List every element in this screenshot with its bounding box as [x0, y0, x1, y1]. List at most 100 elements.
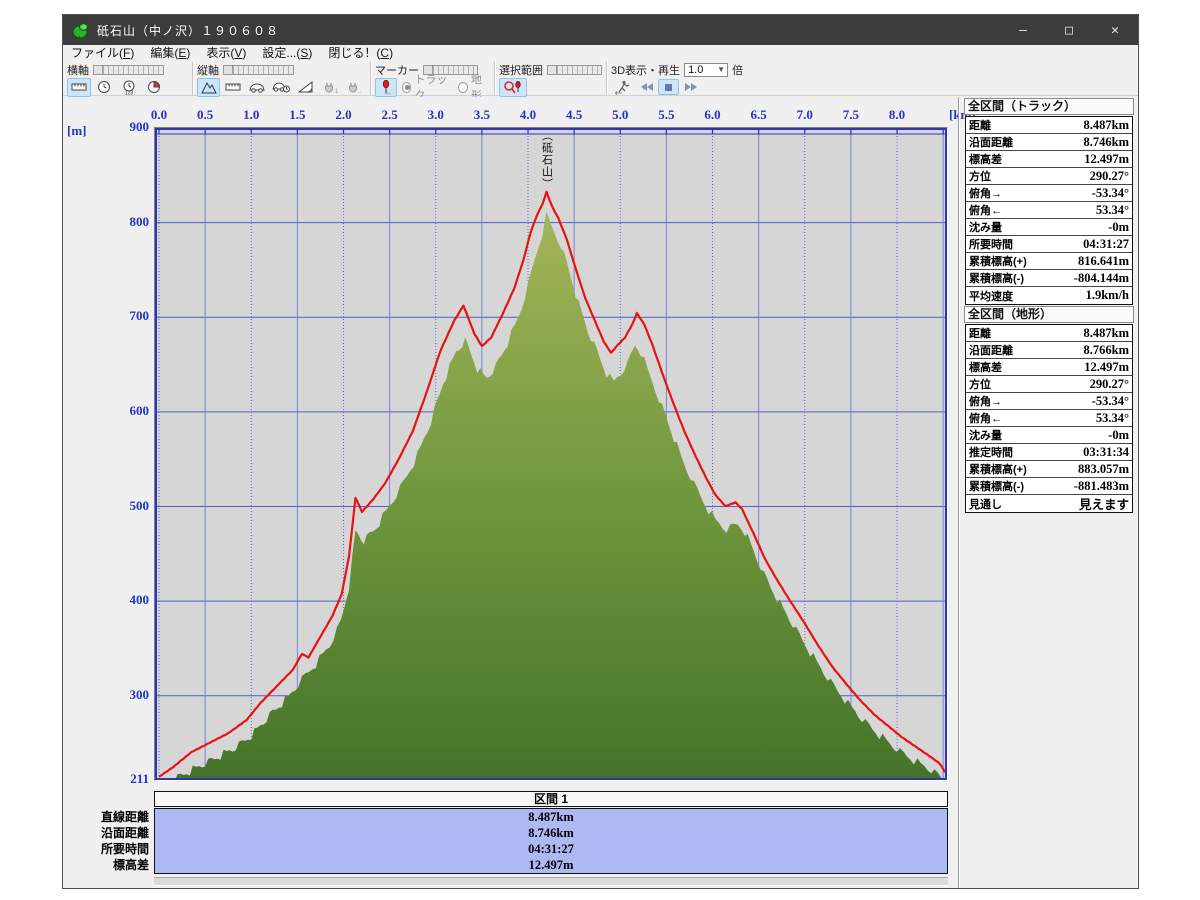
radio-dot: [402, 82, 412, 93]
stat-row: 距離8.487km: [966, 117, 1132, 134]
stop-icon: [664, 83, 673, 92]
stat-row: 方位290.27°: [966, 168, 1132, 185]
y-tick-label: 500: [101, 498, 149, 514]
x-tick-label: 4.0: [520, 107, 536, 123]
haxis-pie-time-button[interactable]: [142, 78, 166, 97]
minimize-button[interactable]: —: [1000, 15, 1046, 45]
stat-row: 沿面距離8.766km: [966, 342, 1132, 359]
y-tick-label: 400: [101, 592, 149, 608]
y-tick-label: 900: [101, 119, 149, 135]
x-tick-label: 0.5: [197, 107, 213, 123]
vaxis-slope-button[interactable]: [294, 78, 317, 97]
section-value: 8.746km: [155, 825, 947, 841]
stat-label: 方位: [969, 376, 991, 392]
stat-row: 俯角→-53.34°: [966, 185, 1132, 202]
range-pins-icon: [503, 80, 523, 95]
stat-label: 距離: [969, 117, 991, 133]
track-stats-table: 距離8.487km沿面距離8.746km標高差12.497m方位290.27°俯…: [965, 116, 1133, 305]
svg-text:..: ..: [358, 89, 362, 94]
stat-value: 12.497m: [1084, 152, 1129, 167]
x-tick-label: 2.5: [382, 107, 398, 123]
vaxis-speed-button[interactable]: [246, 78, 269, 97]
section-value: 12.497m: [155, 857, 947, 873]
x-tick-label: 6.5: [751, 107, 767, 123]
stat-label: 標高差: [969, 151, 1002, 167]
ruler-icon: [71, 81, 87, 93]
stat-row: 方位290.27°: [966, 376, 1132, 393]
stat-value: 8.746km: [1084, 135, 1130, 150]
ruler-icon: [225, 81, 241, 93]
chevron-down-icon: ▼: [715, 64, 727, 76]
stat-row: 累積標高(-)-881.483m: [966, 478, 1132, 495]
stat-row: 推定時間03:31:34: [966, 444, 1132, 461]
stop-button[interactable]: [658, 79, 679, 95]
stat-value: 見えます: [1079, 494, 1129, 513]
vaxis-gps-1-button[interactable]: 1: [318, 78, 341, 97]
stat-value: 8.766km: [1084, 343, 1130, 358]
vaxis-speed-time-button[interactable]: [270, 78, 293, 97]
toolbar-group-selection: 選択範囲: [495, 62, 607, 95]
stat-label: 沿面距離: [969, 134, 1013, 150]
walk-3d-button[interactable]: [611, 78, 635, 97]
elevation-chart[interactable]: [154, 127, 948, 781]
maximize-button[interactable]: □: [1046, 15, 1092, 45]
section-summary-box[interactable]: 8.487km8.746km04:31:2712.497m: [154, 808, 948, 874]
toolbar-group-playback: 3D表示・再生 1.0 ▼ 倍: [607, 62, 757, 95]
vaxis-gps-2-button[interactable]: ..: [343, 78, 366, 97]
stat-value: 1.9km/h: [1086, 288, 1129, 303]
app-window: 砥石山（中ノ沢）１９０６０８ — □ ✕ ファイル(F)編集(E)表示(V)設定…: [62, 14, 1139, 889]
x-tick-label: 8.0: [889, 107, 905, 123]
stat-value: 03:31:34: [1083, 445, 1129, 460]
stat-label: 所要時間: [969, 236, 1013, 252]
menu-item[interactable]: 表示(V): [198, 45, 254, 62]
x-tick-label: 6.0: [704, 107, 720, 123]
menu-item[interactable]: 設定...(S): [254, 45, 320, 62]
stat-label: 累積標高(-): [969, 478, 1024, 494]
desktop: 砥石山（中ノ沢）１９０６０８ — □ ✕ ファイル(F)編集(E)表示(V)設定…: [0, 0, 1200, 900]
title-bar[interactable]: 砥石山（中ノ沢）１９０６０８ — □ ✕: [63, 15, 1138, 45]
toolbar-group-vaxis: 縦軸: [193, 62, 371, 95]
x-tick-label: 7.0: [797, 107, 813, 123]
haxis-distance-button[interactable]: [67, 78, 91, 97]
stat-label: 見通し: [969, 496, 1002, 512]
y-tick-label: 600: [101, 403, 149, 419]
playback-speed-select[interactable]: 1.0 ▼: [684, 63, 728, 77]
menu-item[interactable]: 編集(E): [142, 45, 198, 62]
rewind-button[interactable]: [636, 79, 657, 95]
stat-value: 8.487km: [1084, 326, 1130, 341]
y-axis-unit-label: [m]: [67, 123, 87, 139]
section-label: 直線距離: [63, 809, 149, 825]
marker-pin-button[interactable]: [375, 78, 397, 97]
selection-range-button[interactable]: [499, 78, 527, 97]
stat-value: -804.144m: [1074, 271, 1129, 286]
track-stats-header: 全区間（トラック）: [964, 98, 1134, 115]
close-button[interactable]: ✕: [1092, 15, 1138, 45]
menu-item[interactable]: 閉じる！(C): [320, 45, 401, 62]
selection-slider[interactable]: [547, 65, 602, 75]
vaxis-scale-slider[interactable]: [223, 65, 294, 75]
bottom-scroll-strip[interactable]: [154, 877, 948, 886]
play-button[interactable]: [680, 79, 701, 95]
stat-row: 沈み量-0m: [966, 427, 1132, 444]
vaxis-distance-button[interactable]: [221, 78, 244, 97]
panel-divider: [958, 97, 960, 888]
stat-label: 俯角←: [969, 202, 1002, 218]
stat-value: 12.497m: [1084, 360, 1129, 375]
stat-label: 累積標高(+): [969, 461, 1027, 477]
x-tick-label: 0.0: [151, 107, 167, 123]
haxis-time-number-button[interactable]: 123: [117, 78, 141, 97]
stat-row: 標高差12.497m: [966, 359, 1132, 376]
x-tick-label: 1.0: [243, 107, 259, 123]
stat-value: 290.27°: [1090, 169, 1129, 184]
client-area: [m] [km] 0.00.51.01.52.02.53.03.54.04.55…: [63, 97, 1138, 888]
menu-item[interactable]: ファイル(F): [63, 45, 142, 62]
stat-row: 累積標高(-)-804.144m: [966, 270, 1132, 287]
haxis-time-button[interactable]: [92, 78, 116, 97]
stat-value: 883.057m: [1078, 462, 1129, 477]
vaxis-elevation-button[interactable]: [197, 78, 220, 97]
playback-speed-unit: 倍: [732, 62, 743, 78]
haxis-scale-slider[interactable]: [93, 65, 164, 75]
toolbar: 横軸 123: [63, 62, 1138, 96]
y-tick-label: 700: [101, 308, 149, 324]
stat-value: 816.641m: [1078, 254, 1129, 269]
